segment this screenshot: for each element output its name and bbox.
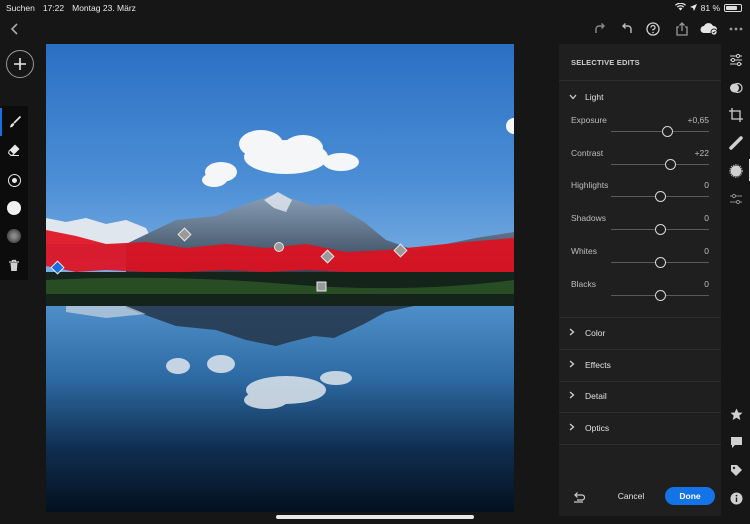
slider-blacks[interactable]: Blacks 0 [559,279,721,312]
slider-knob[interactable] [654,289,666,301]
location-icon [689,3,697,13]
selective-edits-panel: SELECTIVE EDITS Light Exposure +0,65 Contr… [559,44,721,516]
right-tool-rail [722,44,750,516]
chevron-right-icon [569,360,575,370]
section-color-header[interactable]: Color [559,318,721,348]
slider-shadows[interactable]: Shadows 0 [559,213,721,246]
battery-icon [724,4,742,12]
crop-icon[interactable] [728,107,744,123]
top-toolbar [0,16,750,43]
slider-label: Exposure [571,115,607,125]
section-light-label: Light [585,92,604,102]
slider-label: Whites [571,245,597,256]
brush-tool-rail [0,106,28,280]
slider-knob[interactable] [654,256,666,268]
status-time: 17:22 [42,3,65,13]
slider-knob[interactable] [662,126,674,137]
slider-value[interactable]: 0 [704,246,709,256]
home-indicator[interactable] [276,515,474,519]
photo-canvas[interactable] [46,44,514,512]
undo-icon[interactable] [618,20,636,38]
slider-label: Shadows [571,213,606,224]
section-label: Detail [585,391,607,401]
brush-size-icon[interactable] [0,166,28,194]
info-icon[interactable] [728,490,744,506]
section-label: Effects [585,359,611,370]
slider-knob[interactable] [665,158,677,170]
cancel-button[interactable]: Cancel [617,487,645,505]
slider-value[interactable]: +22 [695,148,709,158]
battery-percent: 81 % [700,3,720,13]
slider-value[interactable]: +0,65 [687,115,709,125]
redo-icon[interactable] [591,20,609,38]
more-icon[interactable] [727,20,745,38]
chevron-down-icon [569,92,577,102]
chevron-right-icon [569,423,575,433]
slider-knob[interactable] [654,191,666,203]
slider-value[interactable]: 0 [704,180,709,190]
chevron-right-icon [569,328,575,338]
edit-sliders-icon[interactable] [728,52,744,68]
selective-edits-icon[interactable] [728,159,750,181]
slider-highlights[interactable]: Highlights 0 [559,180,721,213]
slider-label: Blacks [571,278,597,289]
section-effects-header[interactable]: Effects [559,350,721,380]
star-icon[interactable] [728,406,744,422]
brush-icon[interactable] [0,108,28,136]
section-detail-header[interactable]: Detail [559,381,721,411]
status-bar: Suchen 17:22 Montag 23. März 81 % [0,0,750,16]
back-chevron-icon[interactable] [6,20,24,38]
masking-icon[interactable] [728,80,744,96]
delete-icon[interactable] [0,251,28,279]
brush-feather-icon[interactable] [0,194,28,222]
status-date: Montag 23. März [72,3,136,13]
slider-contrast[interactable]: Contrast +22 [559,148,721,181]
healing-icon[interactable] [728,135,744,151]
cloud-sync-icon[interactable] [698,20,720,38]
reset-icon[interactable] [571,490,585,504]
slider-track[interactable] [611,131,709,132]
tag-icon[interactable] [728,462,744,478]
slider-value[interactable]: 0 [704,213,709,223]
eraser-icon[interactable] [0,136,28,164]
slider-value[interactable]: 0 [704,279,709,289]
back-to-app-label[interactable]: Suchen [6,3,35,13]
help-icon[interactable] [644,20,662,38]
slider-whites[interactable]: Whites 0 [559,246,721,279]
wifi-icon [674,2,686,13]
section-optics-header[interactable]: Optics [559,413,721,443]
chevron-right-icon [569,391,575,401]
done-button[interactable]: Done [665,487,715,505]
share-icon[interactable] [673,20,691,38]
slider-label: Highlights [571,180,609,191]
slider-exposure[interactable]: Exposure +0,65 [559,115,721,148]
section-light-header[interactable]: Light [559,82,721,112]
slider-track[interactable] [611,163,709,165]
brush-flow-icon[interactable] [0,222,28,250]
versions-icon[interactable] [728,191,744,207]
panel-title: SELECTIVE EDITS [571,58,640,67]
section-label: Optics [585,422,610,433]
slider-knob[interactable] [654,224,666,236]
add-mask-button[interactable] [6,50,34,78]
slider-label: Contrast [571,147,604,158]
section-label: Color [585,328,606,338]
comment-icon[interactable] [728,434,744,450]
